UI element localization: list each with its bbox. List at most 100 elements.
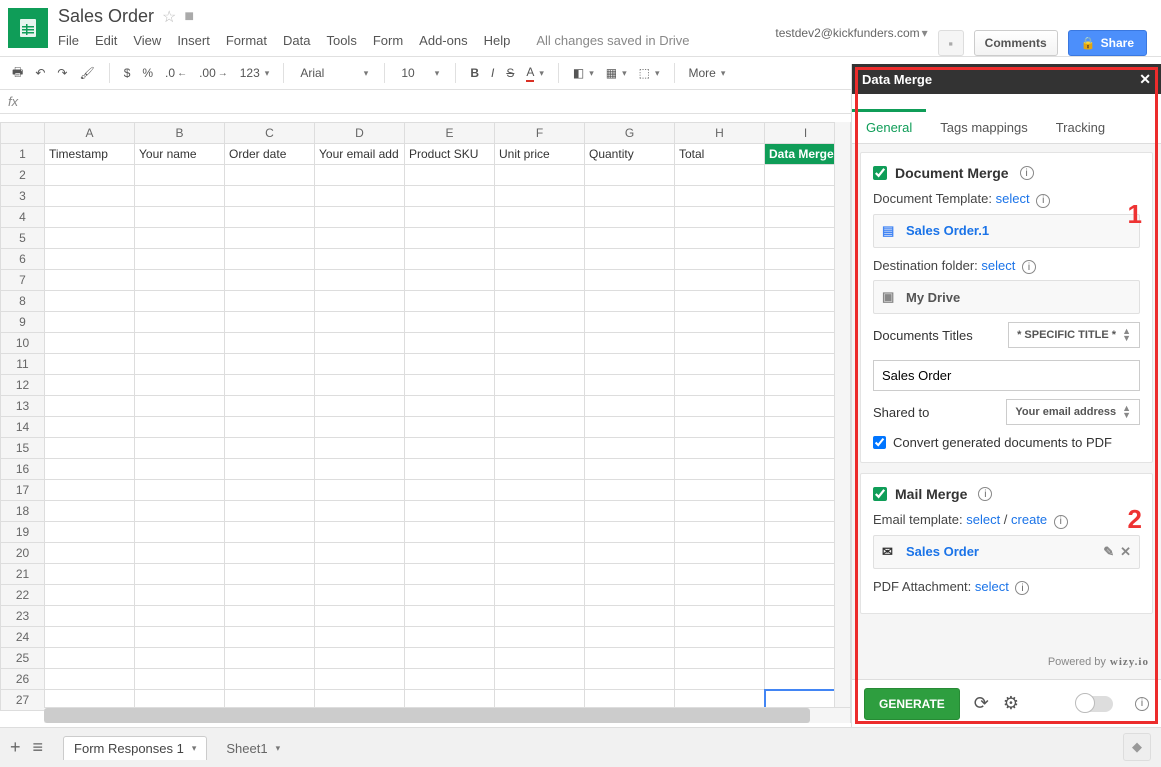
undo-icon[interactable]: ↶ <box>31 64 49 82</box>
cell[interactable] <box>675 291 765 312</box>
cell[interactable] <box>315 564 405 585</box>
explore-button[interactable]: ◆ <box>1123 733 1151 761</box>
template-chip[interactable]: ▤ Sales Order.1 <box>873 214 1140 248</box>
cell[interactable] <box>495 396 585 417</box>
cell[interactable] <box>315 333 405 354</box>
cell[interactable] <box>405 438 495 459</box>
cell[interactable] <box>225 291 315 312</box>
cell[interactable] <box>675 480 765 501</box>
cell[interactable] <box>45 165 135 186</box>
cell[interactable] <box>315 165 405 186</box>
toggle-switch[interactable] <box>1077 696 1113 712</box>
menu-file[interactable]: File <box>58 33 79 48</box>
strike-button[interactable]: S <box>502 64 518 82</box>
cell[interactable] <box>585 564 675 585</box>
star-icon[interactable]: ☆ <box>162 7 176 27</box>
cell[interactable] <box>675 417 765 438</box>
cell[interactable] <box>495 501 585 522</box>
cell[interactable] <box>45 291 135 312</box>
cell[interactable] <box>135 522 225 543</box>
cell[interactable] <box>135 543 225 564</box>
cell[interactable] <box>675 354 765 375</box>
cell[interactable] <box>45 186 135 207</box>
all-sheets-button[interactable]: ≡ <box>33 737 44 758</box>
cell[interactable] <box>45 312 135 333</box>
info-icon[interactable]: i <box>978 487 992 501</box>
cell[interactable] <box>225 354 315 375</box>
cell[interactable] <box>495 165 585 186</box>
cell[interactable] <box>45 459 135 480</box>
cell[interactable] <box>675 543 765 564</box>
cell[interactable] <box>675 207 765 228</box>
paint-format-icon[interactable]: 🖌 <box>75 64 98 82</box>
cell[interactable]: Order date <box>225 144 315 165</box>
cell[interactable] <box>585 438 675 459</box>
vertical-scrollbar[interactable] <box>834 122 850 707</box>
fill-color-button[interactable]: ◧▾ <box>569 64 598 82</box>
cell[interactable] <box>495 564 585 585</box>
cell[interactable] <box>225 228 315 249</box>
cell[interactable] <box>585 270 675 291</box>
cell[interactable] <box>315 606 405 627</box>
cell[interactable] <box>405 333 495 354</box>
cell[interactable] <box>45 417 135 438</box>
horizontal-scrollbar[interactable] <box>44 707 850 723</box>
cell[interactable] <box>495 354 585 375</box>
pdf-select-link[interactable]: select <box>975 579 1009 594</box>
cell[interactable] <box>225 648 315 669</box>
cell[interactable] <box>405 417 495 438</box>
cell[interactable] <box>405 396 495 417</box>
italic-button[interactable]: I <box>487 64 498 82</box>
document-merge-checkbox[interactable] <box>873 166 887 180</box>
cell[interactable] <box>495 333 585 354</box>
row-header[interactable]: 17 <box>1 480 45 501</box>
cell[interactable] <box>495 585 585 606</box>
tab-general[interactable]: General <box>852 109 926 143</box>
cell[interactable] <box>315 522 405 543</box>
col-header[interactable]: B <box>135 123 225 144</box>
cell[interactable] <box>405 543 495 564</box>
cell[interactable] <box>675 585 765 606</box>
cell[interactable] <box>135 501 225 522</box>
row-header[interactable]: 20 <box>1 543 45 564</box>
sheet-tab-sheet1[interactable]: Sheet1▾ <box>215 736 291 760</box>
cell[interactable] <box>45 333 135 354</box>
cell[interactable] <box>225 543 315 564</box>
cell[interactable] <box>495 627 585 648</box>
cell[interactable] <box>675 564 765 585</box>
cell[interactable] <box>315 186 405 207</box>
cell[interactable] <box>225 627 315 648</box>
row-header[interactable]: 6 <box>1 249 45 270</box>
cell[interactable] <box>225 186 315 207</box>
cell[interactable] <box>45 669 135 690</box>
cell[interactable] <box>405 354 495 375</box>
cell[interactable] <box>675 459 765 480</box>
cell[interactable] <box>45 438 135 459</box>
row-header[interactable]: 24 <box>1 627 45 648</box>
email-template-chip[interactable]: ✉ Sales Order ✎ ✕ <box>873 535 1140 569</box>
email-create-link[interactable]: create <box>1011 512 1047 527</box>
text-color-button[interactable]: A▾ <box>522 63 548 84</box>
cell[interactable] <box>495 669 585 690</box>
font-size-select[interactable]: 10▾ <box>395 64 445 82</box>
cell[interactable] <box>585 543 675 564</box>
cell[interactable] <box>495 249 585 270</box>
cell[interactable] <box>675 333 765 354</box>
cell[interactable] <box>585 501 675 522</box>
doc-title-input[interactable] <box>873 360 1140 391</box>
row-header[interactable]: 15 <box>1 438 45 459</box>
cell[interactable] <box>45 228 135 249</box>
col-header[interactable]: C <box>225 123 315 144</box>
row-header[interactable]: 13 <box>1 396 45 417</box>
template-select-link[interactable]: select <box>996 191 1030 206</box>
cell[interactable] <box>45 585 135 606</box>
cell[interactable] <box>675 396 765 417</box>
row-header[interactable]: 5 <box>1 228 45 249</box>
cell[interactable] <box>585 648 675 669</box>
cell[interactable] <box>135 249 225 270</box>
cell[interactable] <box>585 606 675 627</box>
menu-help[interactable]: Help <box>484 33 511 48</box>
row-header[interactable]: 21 <box>1 564 45 585</box>
cell[interactable] <box>405 501 495 522</box>
menu-tools[interactable]: Tools <box>326 33 356 48</box>
